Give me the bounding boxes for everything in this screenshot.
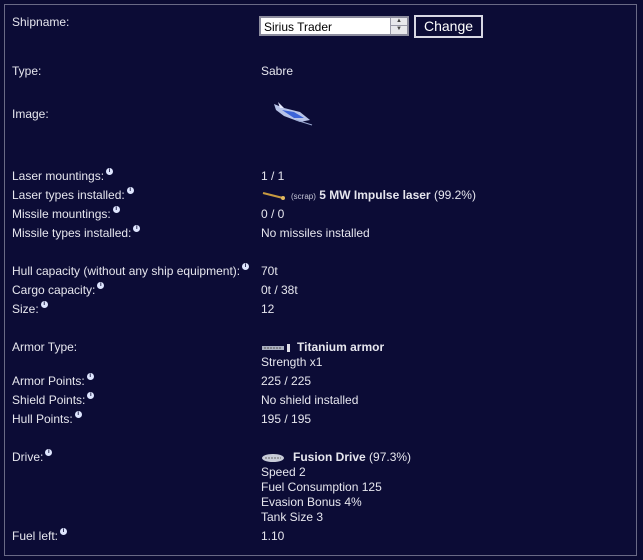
info-icon[interactable]: i bbox=[74, 411, 82, 418]
cargo-capacity-value: 0t / 38t bbox=[261, 283, 298, 297]
cargo-capacity-label: Cargo capacity: i bbox=[12, 282, 105, 297]
fuel-left-label: Fuel left: i bbox=[12, 528, 68, 543]
ship-info-panel bbox=[4, 4, 637, 556]
drive-fuel-consumption: Fuel Consumption 125 bbox=[261, 480, 382, 494]
shield-points-value: No shield installed bbox=[261, 393, 359, 407]
scrap-tag: (scrap) bbox=[291, 192, 316, 201]
spin-up-icon[interactable]: ▲ bbox=[391, 18, 407, 26]
fuel-left-text: Fuel left: bbox=[12, 529, 59, 543]
info-icon[interactable]: i bbox=[45, 449, 53, 456]
armor-type-value: Titanium armor bbox=[261, 340, 384, 354]
laser-name[interactable]: 5 MW Impulse laser bbox=[319, 188, 430, 202]
missile-types-label: Missile types installed: i bbox=[12, 225, 141, 240]
drive-text: Drive: bbox=[12, 450, 44, 464]
spin-down-icon[interactable]: ▼ bbox=[391, 26, 407, 33]
armor-points-label: Armor Points: i bbox=[12, 373, 94, 388]
info-icon[interactable]: i bbox=[112, 206, 120, 213]
hull-points-value: 195 / 195 bbox=[261, 412, 312, 426]
missile-mountings-label: Missile mountings: i bbox=[12, 206, 120, 221]
hull-points-label: Hull Points: i bbox=[12, 411, 82, 426]
shield-points-text: Shield Points: bbox=[12, 393, 86, 407]
drive-name[interactable]: Fusion Drive bbox=[293, 450, 366, 464]
shipname-spinner[interactable]: ▲ ▼ bbox=[390, 18, 407, 34]
hull-points-text: Hull Points: bbox=[12, 412, 73, 426]
drive-evasion-bonus: Evasion Bonus 4% bbox=[261, 495, 362, 509]
drive-label: Drive: i bbox=[12, 449, 53, 464]
shipname-value: Sirius Trader bbox=[264, 20, 333, 34]
missile-mountings-value: 0 / 0 bbox=[261, 207, 285, 221]
missile-types-value: No missiles installed bbox=[261, 226, 370, 240]
size-value: 12 bbox=[261, 302, 275, 316]
ship-image bbox=[274, 102, 313, 126]
drive-speed: Speed 2 bbox=[261, 465, 306, 479]
laser-types-label: Laser types installed: i bbox=[12, 187, 134, 202]
info-icon[interactable]: i bbox=[126, 187, 134, 194]
missile-mountings-text: Missile mountings: bbox=[12, 207, 111, 221]
armor-points-text: Armor Points: bbox=[12, 374, 85, 388]
laser-mountings-label: Laser mountings: i bbox=[12, 168, 114, 183]
laser-icon bbox=[262, 191, 285, 200]
drive-tank-size: Tank Size 3 bbox=[261, 510, 324, 524]
type-label: Type: bbox=[12, 64, 42, 78]
armor-strength: Strength x1 bbox=[261, 355, 323, 369]
shipname-select[interactable]: Sirius Trader ▲ ▼ bbox=[259, 16, 409, 36]
laser-types-text: Laser types installed: bbox=[12, 188, 125, 202]
laser-condition: (99.2%) bbox=[433, 188, 476, 202]
info-icon[interactable]: i bbox=[86, 373, 94, 380]
armor-points-value: 225 / 225 bbox=[261, 374, 312, 388]
info-icon[interactable]: i bbox=[242, 263, 250, 270]
info-icon[interactable]: i bbox=[40, 301, 48, 308]
shipname-label: Shipname: bbox=[12, 15, 70, 29]
armor-type-label: Armor Type: bbox=[12, 340, 78, 354]
armor-name[interactable]: Titanium armor bbox=[297, 340, 384, 354]
info-icon[interactable]: i bbox=[87, 392, 95, 399]
hull-capacity-label: Hull capacity (without any ship equipmen… bbox=[12, 263, 250, 278]
missile-types-text: Missile types installed: bbox=[12, 226, 132, 240]
armor-icon bbox=[262, 343, 290, 352]
laser-types-value: (scrap) 5 MW Impulse laser (99.2%) bbox=[261, 188, 476, 202]
drive-value: Fusion Drive (97.3%) bbox=[261, 450, 411, 464]
drive-condition: (97.3%) bbox=[369, 450, 412, 464]
info-icon[interactable]: i bbox=[106, 168, 114, 175]
info-icon[interactable]: i bbox=[60, 528, 68, 535]
change-button[interactable]: Change bbox=[414, 15, 483, 38]
hull-capacity-value: 70t bbox=[261, 264, 278, 278]
laser-mountings-value: 1 / 1 bbox=[261, 169, 285, 183]
cargo-capacity-text: Cargo capacity: bbox=[12, 283, 96, 297]
hull-capacity-text: Hull capacity (without any ship equipmen… bbox=[12, 264, 241, 278]
type-value: Sabre bbox=[261, 64, 294, 78]
size-label: Size: i bbox=[12, 301, 48, 316]
image-label: Image: bbox=[12, 107, 49, 121]
laser-mountings-text: Laser mountings: bbox=[12, 169, 105, 183]
info-icon[interactable]: i bbox=[97, 282, 105, 289]
drive-icon bbox=[262, 453, 284, 462]
info-icon[interactable]: i bbox=[133, 225, 141, 232]
shield-points-label: Shield Points: i bbox=[12, 392, 95, 407]
size-text: Size: bbox=[12, 302, 39, 316]
fuel-left-value: 1.10 bbox=[261, 529, 285, 543]
